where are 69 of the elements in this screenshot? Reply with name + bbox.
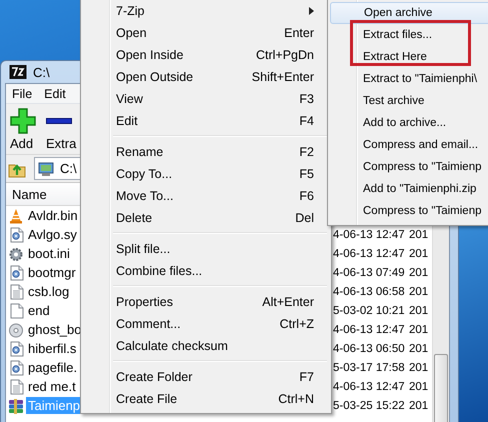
menu-item[interactable]: Compress to "Taimienp <box>330 200 488 222</box>
scrollbar[interactable] <box>432 223 449 422</box>
menu-item[interactable]: Move To... F6 <box>83 185 329 207</box>
menu-item[interactable]: Open Enter <box>83 22 329 44</box>
table-cell-text: 4-06-13 12:47 <box>333 228 406 240</box>
menu-item[interactable]: 7-Zip <box>83 0 329 22</box>
table-cell-text: 4-06-13 12:47 <box>333 380 406 392</box>
menu-item[interactable]: Calculate checksum <box>83 335 329 357</box>
menu-item[interactable]: Compress and email... <box>330 134 488 156</box>
menu-item[interactable]: Combine files... <box>83 260 329 282</box>
menu-item[interactable]: Properties Alt+Enter <box>83 291 329 313</box>
table-cell-text: 201 <box>409 324 430 336</box>
table-cell-text: 201 <box>409 228 430 240</box>
toolbar-button[interactable]: Extra <box>44 104 78 154</box>
minus-icon <box>46 118 72 124</box>
table-cell-text: 201 <box>409 342 430 354</box>
menu-item[interactable]: File <box>6 86 38 100</box>
table-cell-text: 4-06-13 12:47 <box>333 324 406 336</box>
file-name[interactable]: pagefile. <box>26 359 80 376</box>
menu-item[interactable]: Add to "Taimienphi.zip <box>330 178 488 200</box>
table-cell-text: 201 <box>409 304 430 316</box>
menu-item[interactable]: Edit <box>38 86 72 100</box>
table-cell-text: 5-03-17 17:58 <box>333 362 406 374</box>
table-cell-text: 201 <box>409 400 430 412</box>
table-cell-text: 201 <box>409 248 430 260</box>
menu-item[interactable]: Edit F4 <box>83 110 329 132</box>
toolbar-button[interactable]: Add <box>8 104 38 154</box>
file-name[interactable]: bootmgr <box>26 264 78 281</box>
menu-item[interactable]: View F3 <box>83 88 329 110</box>
menu-item[interactable]: Open Inside Ctrl+PgDn <box>83 44 329 66</box>
table-cell-text: 5-03-02 10:21 <box>333 304 406 316</box>
file-name[interactable]: boot.ini <box>26 245 72 262</box>
file-name[interactable]: Avlgo.sy <box>26 226 79 243</box>
file-name[interactable]: ghost_bo <box>26 321 84 338</box>
computer-icon <box>38 160 56 176</box>
scrollbar-thumb[interactable] <box>434 354 448 422</box>
table-cell-text: 4-06-13 06:58 <box>333 286 406 298</box>
table-cell-text: 4-06-13 12:47 <box>333 248 406 260</box>
file-name[interactable]: Avldr.bin <box>26 207 80 224</box>
menu-item[interactable]: Create Folder F7 <box>83 366 329 388</box>
app-icon <box>9 64 27 80</box>
window-title: C:\ <box>33 64 50 80</box>
file-name[interactable]: red me.t <box>26 378 78 395</box>
file-name[interactable]: end <box>26 302 52 319</box>
table-cell-text: 4-06-13 07:49 <box>333 266 406 278</box>
table-cell-text: 201 <box>409 266 430 278</box>
menu-item[interactable]: Split file... <box>83 238 329 260</box>
file-name[interactable]: csb.log <box>26 283 72 300</box>
menu-item[interactable]: Extract to "Taimienphi\ <box>330 68 488 90</box>
menu-item[interactable]: Rename F2 <box>83 141 329 163</box>
menu-item[interactable]: Copy To... F5 <box>83 163 329 185</box>
file-name[interactable]: hiberfil.s <box>26 340 78 357</box>
menu-item[interactable]: Extract files... <box>330 24 488 46</box>
column-header[interactable]: Name <box>6 186 47 202</box>
menu-item[interactable]: Compress to "Taimienp <box>330 156 488 178</box>
menu-item[interactable]: Delete Del <box>83 207 329 229</box>
menu-item[interactable]: Open Outside Shift+Enter <box>83 66 329 88</box>
table-cell-text: 201 <box>409 286 430 298</box>
menu-item[interactable]: Create File Ctrl+N <box>83 388 329 410</box>
table-cell-text: 5-03-25 15:22 <box>333 400 406 412</box>
plus-icon <box>10 108 36 134</box>
table-cell-text: 201 <box>409 362 430 374</box>
menu-item[interactable]: Extract Here <box>330 46 488 68</box>
table-cell-text: 201 <box>409 380 430 392</box>
menu-item[interactable]: Test archive <box>330 90 488 112</box>
books-icon <box>8 398 24 414</box>
menu-item[interactable]: Comment... Ctrl+Z <box>83 313 329 335</box>
table-cell-text: 4-06-13 06:50 <box>333 342 406 354</box>
menu-item[interactable]: Add to archive... <box>330 112 488 134</box>
